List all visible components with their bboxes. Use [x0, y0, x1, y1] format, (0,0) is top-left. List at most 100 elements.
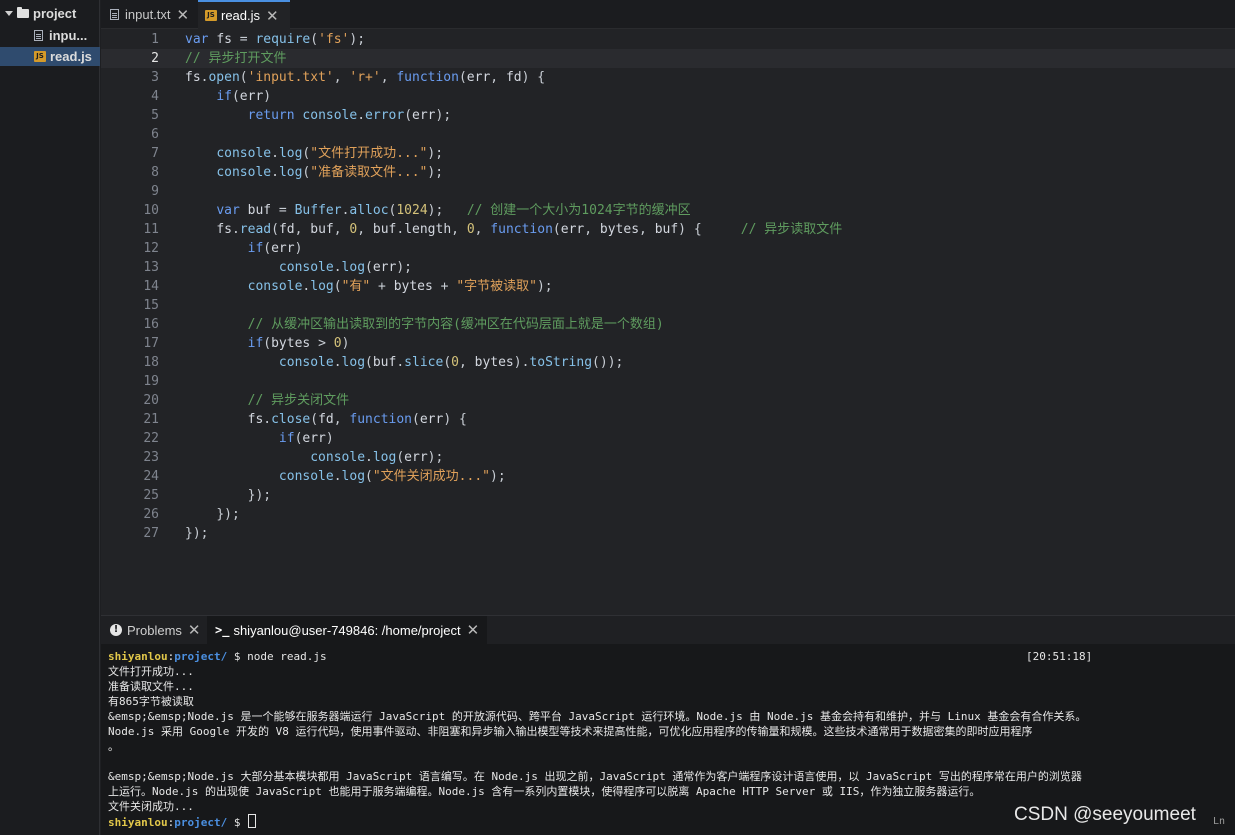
- line-number: 27: [143, 526, 159, 541]
- code-line[interactable]: console.log("文件打开成功...");: [185, 144, 443, 163]
- line-number: 1: [151, 32, 159, 47]
- code-token: (: [239, 70, 248, 85]
- code-token: err: [271, 241, 295, 256]
- tab-input-txt[interactable]: input.txt ✕: [101, 0, 198, 29]
- tab-read-js[interactable]: JS read.js ✕: [198, 0, 290, 29]
- code-line[interactable]: if(err): [185, 87, 271, 106]
- code-token: console: [278, 260, 334, 275]
- tree-file-input[interactable]: inpu...: [0, 26, 100, 45]
- code-token: );: [435, 108, 452, 123]
- code-token: 0: [333, 336, 342, 351]
- line-number: 15: [143, 298, 159, 313]
- terminal-output-line: 有865字节被读取: [108, 695, 194, 708]
- code-line[interactable]: var fs = require('fs');: [185, 30, 365, 49]
- code-token: );: [490, 469, 506, 484]
- tree-file-label: read.js: [50, 49, 92, 64]
- tab-terminal[interactable]: >_ shiyanlou@user-749846: /home/project …: [207, 616, 487, 644]
- code-token: if: [247, 336, 264, 351]
- code-line[interactable]: fs.close(fd, function(err) {: [185, 410, 467, 429]
- code-line[interactable]: if(bytes > 0): [185, 334, 350, 353]
- terminal-output-line: 上运行。Node.js 的出现使 JavaScript 也能用于服务端编程。No…: [108, 785, 981, 798]
- close-icon[interactable]: ✕: [177, 6, 190, 24]
- code-line[interactable]: var buf = Buffer.alloc(1024); // 创建一个大小为…: [185, 201, 690, 220]
- terminal-prompt-line[interactable]: shiyanlou:project/ $: [108, 814, 257, 829]
- code-token: 'r+': [349, 70, 381, 85]
- close-icon[interactable]: ✕: [266, 7, 279, 25]
- code-token: err: [404, 450, 428, 465]
- bottom-panel: ! Problems ✕ >_ shiyanlou@user-749846: /…: [101, 615, 1235, 835]
- code-token: =: [271, 203, 295, 218]
- code-line[interactable]: fs.read(fd, buf, 0, buf.length, 0, funct…: [185, 220, 842, 239]
- code-line[interactable]: console.log("准备读取文件...");: [185, 163, 443, 182]
- terminal-output-line: 文件关闭成功...: [108, 800, 194, 813]
- prompt-user: shiyanlou: [108, 650, 168, 663]
- code-line[interactable]: // 从缓冲区输出读取到的字节内容(缓冲区在代码层面上就是一个数组): [185, 315, 664, 334]
- code-line[interactable]: console.log("有" + bytes + "字节被读取");: [185, 277, 553, 296]
- code-line[interactable]: });: [185, 486, 271, 505]
- close-icon[interactable]: ✕: [188, 621, 201, 639]
- code-token: buf: [310, 222, 334, 237]
- code-line[interactable]: if(err): [185, 429, 334, 448]
- code-token: +: [370, 279, 394, 294]
- code-token: ,: [474, 222, 491, 237]
- code-token: );: [427, 203, 467, 218]
- code-line[interactable]: console.log(err);: [185, 258, 412, 277]
- code-line[interactable]: return console.error(err);: [185, 106, 452, 125]
- code-editor[interactable]: 1 2 3 4 5 6 7 8 9 10 11 12 13 14 15 16 17 18 19 20 21 22 23 24 2…: [101, 29, 1235, 615]
- code-token: ,: [584, 222, 600, 237]
- code-token: console: [302, 108, 358, 123]
- line-number: 17: [143, 336, 159, 351]
- code-token: (: [333, 279, 342, 294]
- editor-tab-bar: input.txt ✕ JS read.js ✕: [101, 0, 1235, 29]
- line-number: 25: [143, 488, 159, 503]
- line-number: 26: [143, 507, 159, 522]
- tab-label: shiyanlou@user-749846: /home/project: [233, 622, 461, 638]
- code-token: return: [247, 108, 295, 123]
- code-token: 'input.txt': [247, 70, 334, 85]
- code-line[interactable]: console.log(err);: [185, 448, 443, 467]
- code-token: 0: [466, 222, 475, 237]
- code-token: console: [216, 146, 272, 161]
- code-token: (: [365, 355, 373, 370]
- chevron-down-icon[interactable]: [5, 11, 13, 16]
- line-number: 6: [151, 127, 159, 142]
- tree-folder-project[interactable]: project: [0, 4, 100, 23]
- code-line[interactable]: // 异步打开文件: [185, 49, 286, 68]
- code-line[interactable]: if(err): [185, 239, 303, 258]
- code-token: );: [349, 32, 366, 47]
- code-token: .: [263, 412, 272, 427]
- code-line[interactable]: console.log("文件关闭成功...");: [185, 467, 506, 486]
- code-token: .: [271, 165, 279, 180]
- code-token: "字节被读取": [456, 279, 537, 294]
- code-token: read: [239, 222, 272, 237]
- code-token: ) {: [521, 70, 546, 85]
- code-token: buf: [247, 203, 272, 218]
- code-line[interactable]: });: [185, 524, 208, 543]
- tree-file-read-js[interactable]: JS read.js: [0, 47, 100, 66]
- code-token: log: [278, 146, 303, 161]
- text-file-icon: [34, 30, 43, 41]
- line-number: 5: [151, 108, 159, 123]
- code-line[interactable]: });: [185, 505, 239, 524]
- code-token: // 从缓冲区输出读取到的字节内容(缓冲区在代码层面上就是一个数组): [247, 317, 664, 332]
- code-token: );: [536, 279, 553, 294]
- code-line[interactable]: console.log(buf.slice(0, bytes).toString…: [185, 353, 623, 372]
- tab-problems[interactable]: ! Problems ✕: [101, 616, 207, 644]
- prompt-dollar: $: [227, 650, 248, 663]
- code-token: (: [552, 222, 561, 237]
- line-number: 8: [151, 165, 159, 180]
- code-token: .: [365, 450, 373, 465]
- code-line[interactable]: fs.open('input.txt', 'r+', function(err,…: [185, 68, 545, 87]
- terminal-timestamp: [20:51:18]: [1026, 650, 1093, 663]
- code-token: log: [310, 279, 334, 294]
- terminal-output-line: Node.js 采用 Google 开发的 V8 运行代码，使用事件驱动、非阻塞…: [108, 725, 1033, 738]
- code-token: (: [231, 89, 240, 104]
- code-token: function: [396, 70, 459, 85]
- close-icon[interactable]: ✕: [467, 621, 480, 639]
- code-line[interactable]: // 异步关闭文件: [185, 391, 349, 410]
